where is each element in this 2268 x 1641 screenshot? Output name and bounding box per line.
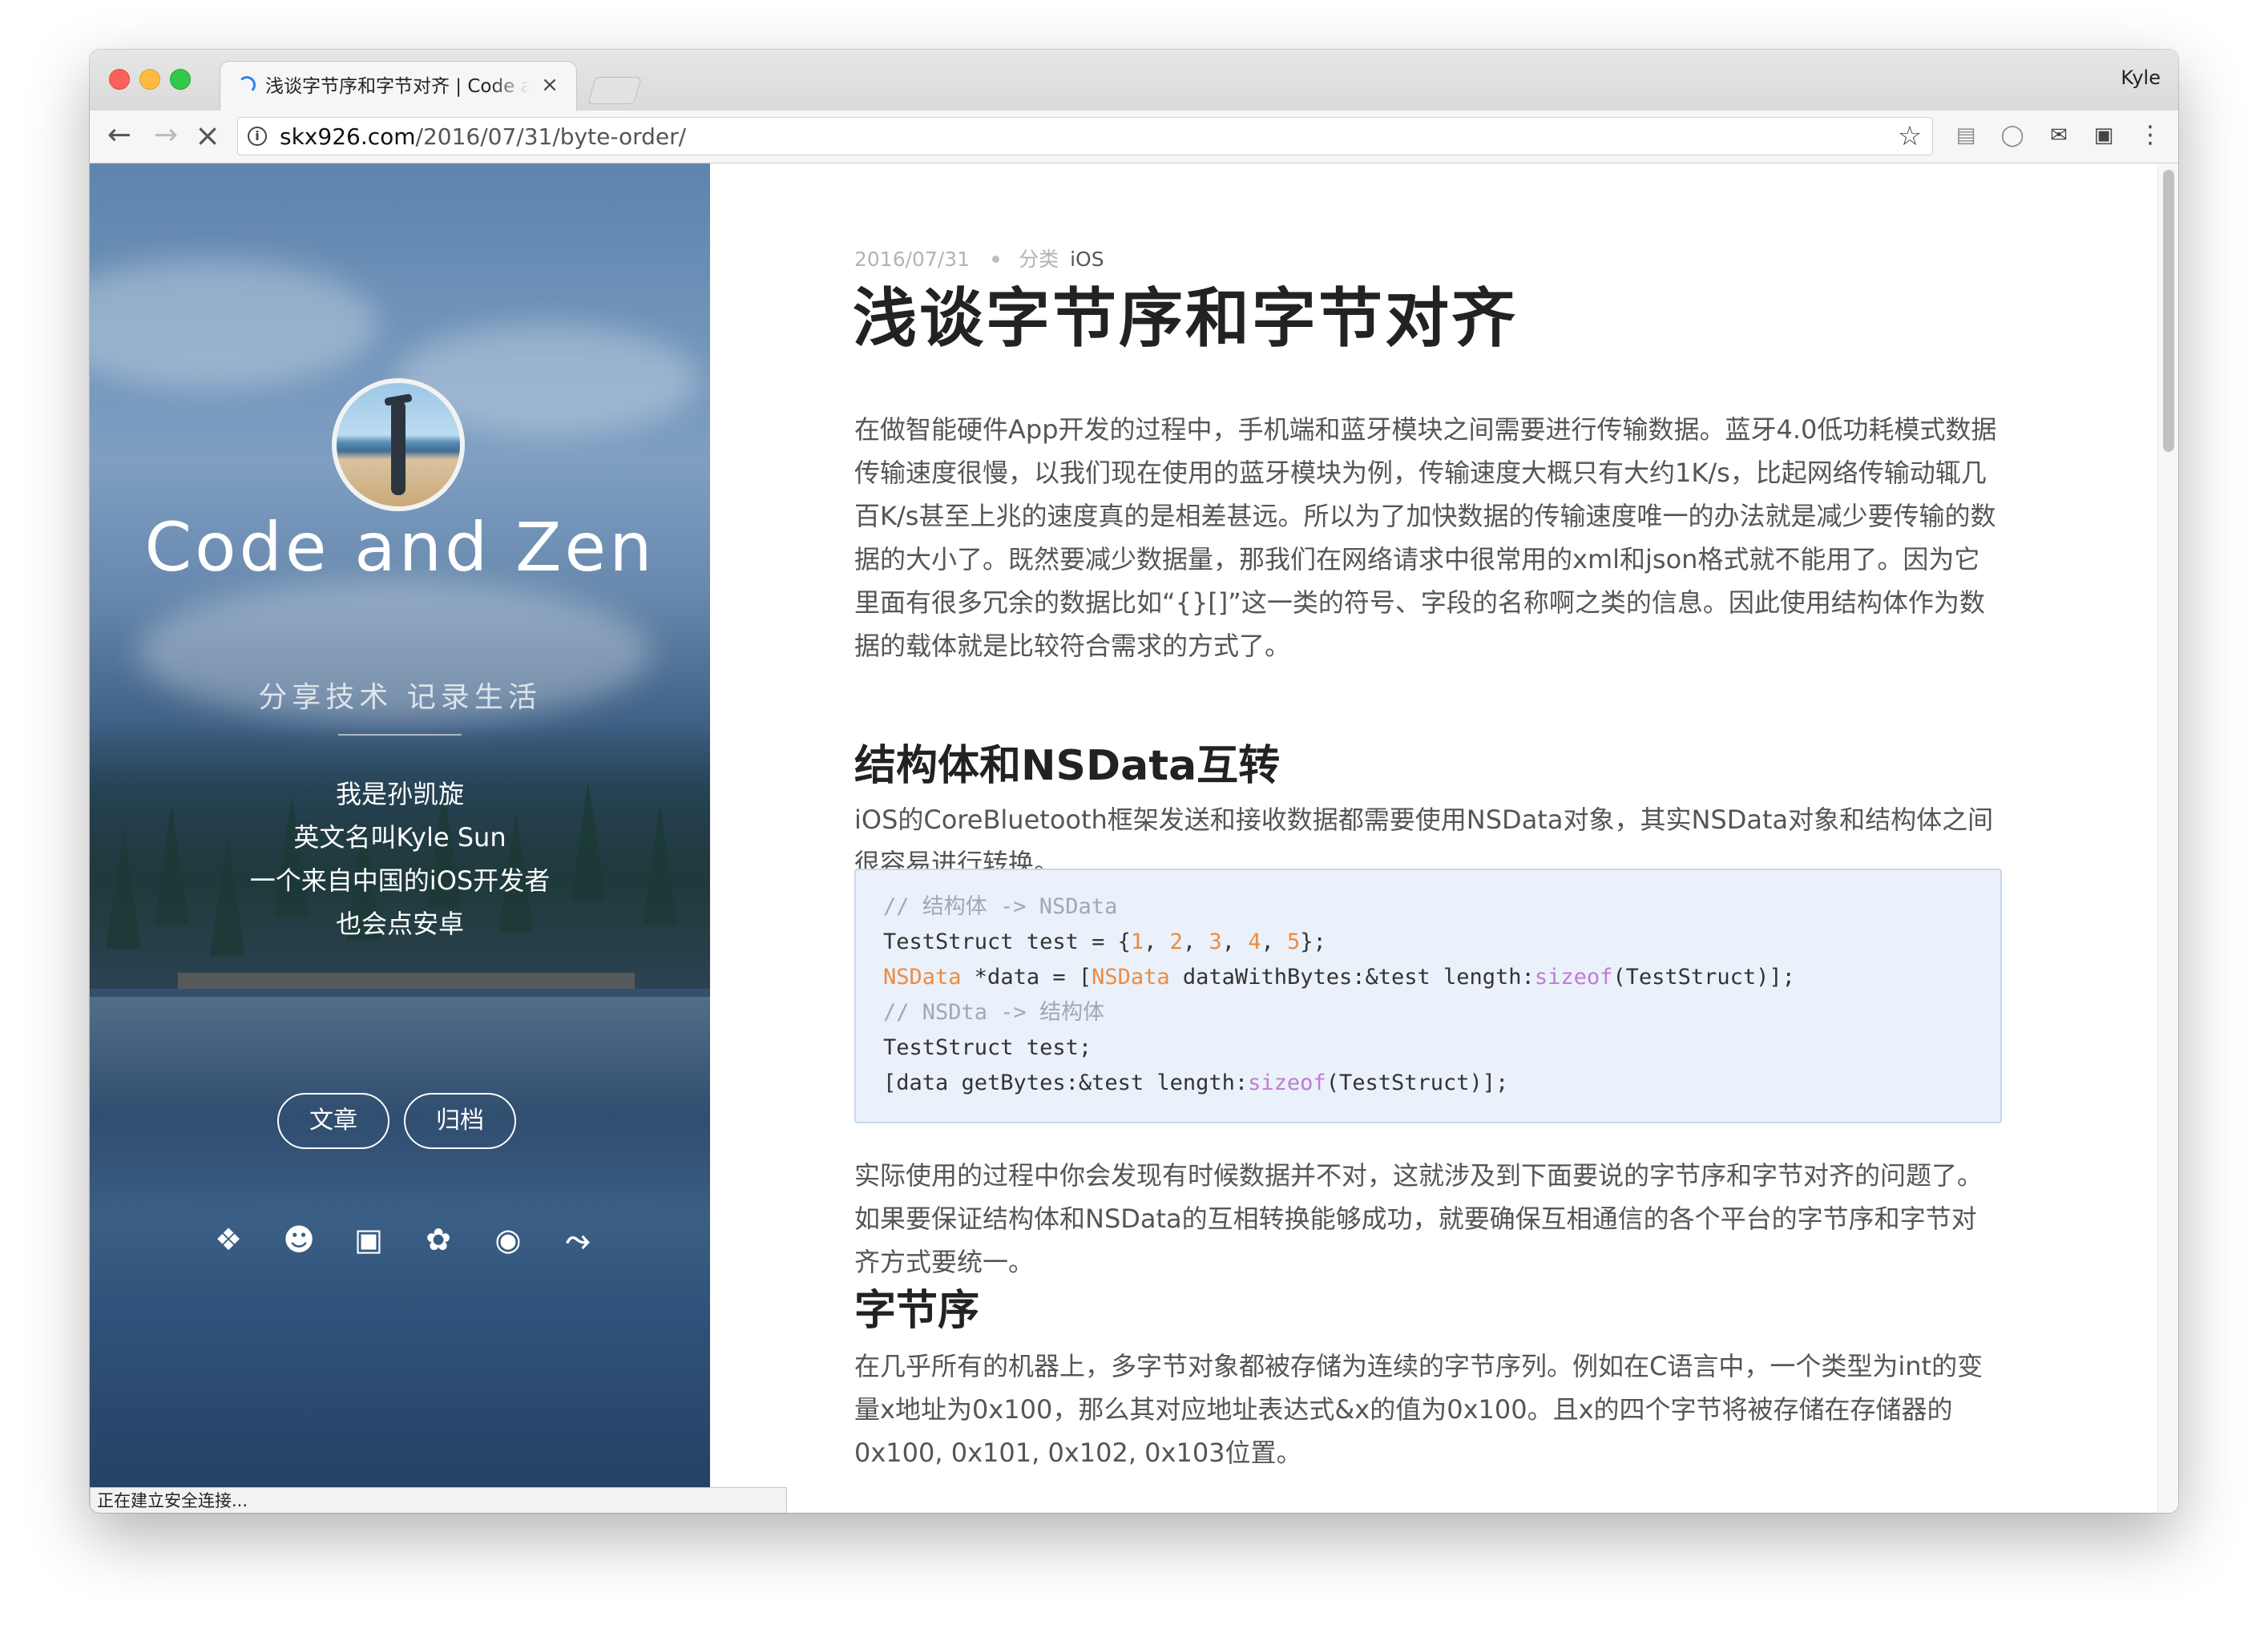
stop-loading-icon[interactable]: × (191, 119, 224, 152)
section-heading-byte-order: 字节序 (854, 1287, 980, 1335)
loading-spinner-icon (238, 76, 256, 94)
code-text: , (1221, 929, 1249, 954)
code-text: [data getBytes:&test length: (883, 1070, 1249, 1095)
lake-decoration (90, 997, 710, 1205)
bookmark-star-icon[interactable]: ☆ (1895, 121, 1924, 151)
site-title[interactable]: Code and Zen (90, 508, 710, 587)
bio-line: 我是孙凯旋 (335, 779, 464, 809)
code-number: 4 (1248, 929, 1261, 954)
twitter-icon[interactable]: ✿ (418, 1220, 458, 1260)
zoom-window-button[interactable] (170, 69, 191, 90)
article-area: 2016/07/31 分类 iOS 浅谈字节序和字节对齐 在做智能硬件App开发的过… (710, 163, 2178, 1513)
avatar-figure (391, 401, 406, 495)
avatar[interactable] (332, 378, 465, 511)
section-heading-struct: 结构体和NSData互转 (854, 742, 1281, 790)
url-host: skx926.com (280, 123, 416, 150)
site-subtitle: 分享技术 记录生活 (258, 681, 542, 714)
bio-line: 也会点安卓 (335, 909, 464, 939)
menu-dots-icon[interactable]: ⋮ (2137, 122, 2164, 149)
reader-icon[interactable]: ▤ (1952, 122, 1979, 149)
tab-close-icon[interactable]: × (539, 73, 560, 97)
code-comment: // NSDta -> 结构体 (883, 1000, 1105, 1025)
scrollbar-thumb[interactable] (2163, 170, 2174, 452)
cloud-decoration (90, 260, 378, 388)
address-bar[interactable]: i skx926.com/2016/07/31/byte-order/ ☆ (237, 117, 1933, 155)
code-comment: // 结构体 -> NSData (883, 894, 1118, 919)
code-text: *data = [ (961, 965, 1092, 990)
code-number: 1 (1130, 929, 1144, 954)
url-text[interactable]: skx926.com/2016/07/31/byte-order/ (280, 123, 686, 151)
new-tab-button[interactable] (587, 77, 642, 104)
forward-arrow-icon[interactable]: → (149, 119, 183, 152)
code-number: 3 (1209, 929, 1222, 954)
minimize-window-button[interactable] (139, 69, 160, 90)
bio-line: 一个来自中国的iOS开发者 (249, 865, 551, 896)
code-text: }; (1300, 929, 1326, 954)
post-date: 2016/07/31 (854, 248, 971, 271)
back-arrow-icon[interactable]: ← (103, 119, 136, 152)
code-line: NSData *data = [NSData dataWithBytes:&te… (883, 960, 1973, 995)
post-title: 浅谈字节序和字节对齐 (853, 281, 1518, 356)
sidebar: Code and Zen 分享技术 记录生活 我是孙凯旋 英文名叫Kyle Su… (90, 163, 710, 1513)
rss-icon[interactable]: ⤳ (558, 1220, 598, 1260)
title-bar: 浅谈字节序和字节对齐 | Code and Zen × Kyle (90, 50, 2178, 112)
code-keyword: sizeof (1534, 965, 1613, 990)
after-code-paragraph: 实际使用的过程中你会发现有时候数据并不对，这就涉及到下面要说的字节序和字节对齐的… (854, 1160, 1983, 1277)
status-bar: 正在建立安全连接... (90, 1487, 787, 1513)
code-block: // 结构体 -> NSData TestStruct test = {1, 2… (854, 869, 2002, 1123)
dock-decoration (178, 973, 635, 989)
bio-line: 英文名叫Kyle Sun (293, 822, 506, 853)
code-text: , (1144, 929, 1170, 954)
code-number: 5 (1286, 929, 1301, 954)
code-type: NSData (1092, 965, 1170, 990)
code-number: 2 (1169, 929, 1183, 954)
category-label: 分类 (1019, 248, 1059, 271)
author-bio: 我是孙凯旋 英文名叫Kyle Sun 一个来自中国的iOS开发者 也会点安卓 (90, 772, 710, 945)
browser-toolbar: ← → × i skx926.com/2016/07/31/byte-order… (90, 111, 2178, 163)
meta-dot (992, 255, 1000, 263)
instagram-icon[interactable]: ◉ (488, 1220, 528, 1260)
page-content: Code and Zen 分享技术 记录生活 我是孙凯旋 英文名叫Kyle Su… (90, 163, 2178, 1513)
intro-paragraph: 在做智能硬件App开发的过程中，手机端和蓝牙模块之间需要进行传输数据。蓝牙4.0… (854, 414, 1997, 661)
code-line: TestStruct test = {1, 2, 3, 4, 5}; (883, 925, 1973, 960)
code-text: , (1182, 929, 1209, 954)
info-icon[interactable]: i (248, 127, 267, 146)
archives-button[interactable]: 归档 (404, 1093, 516, 1149)
sidebar-divider (338, 734, 462, 736)
post-meta: 2016/07/31 分类 iOS (854, 247, 1104, 272)
google-plus-icon[interactable]: ▣ (349, 1220, 389, 1260)
badge-icon[interactable]: ▣ (2090, 122, 2117, 149)
url-path: /2016/07/31/byte-order/ (415, 123, 687, 150)
mail-icon[interactable]: ✉ (2045, 122, 2072, 149)
shield-icon[interactable]: ◯ (1999, 122, 2026, 149)
browser-tab[interactable]: 浅谈字节序和字节对齐 | Code and Zen × (220, 61, 577, 112)
code-text: TestStruct test = { (883, 929, 1131, 954)
page-scrollbar[interactable] (2157, 163, 2178, 1513)
profile-name[interactable]: Kyle (2121, 66, 2161, 90)
code-keyword: sizeof (1248, 1070, 1326, 1095)
code-text: , (1261, 929, 1287, 954)
code-text: (TestStruct)]; (1612, 965, 1795, 990)
code-text: (TestStruct)]; (1326, 1070, 1509, 1095)
weibo-icon[interactable]: ❖ (208, 1220, 248, 1260)
code-text: dataWithBytes:&test length: (1169, 965, 1535, 990)
code-type: NSData (883, 965, 962, 990)
code-line: [data getBytes:&test length:sizeof(TestS… (883, 1066, 1973, 1101)
articles-button[interactable]: 文章 (277, 1093, 389, 1149)
category-link[interactable]: iOS (1070, 248, 1104, 271)
browser-window: 浅谈字节序和字节对齐 | Code and Zen × Kyle ← → × i… (90, 50, 2178, 1513)
close-window-button[interactable] (109, 69, 130, 90)
byte-order-paragraph: 在几乎所有的机器上，多字节对象都被存储为连续的字节序列。例如在C语言中，一个类型… (854, 1351, 1983, 1468)
code-line: TestStruct test; (883, 1035, 1092, 1060)
github-icon[interactable]: ☻ (279, 1220, 319, 1260)
tab-title: 浅谈字节序和字节对齐 | Code and Zen (265, 75, 530, 99)
